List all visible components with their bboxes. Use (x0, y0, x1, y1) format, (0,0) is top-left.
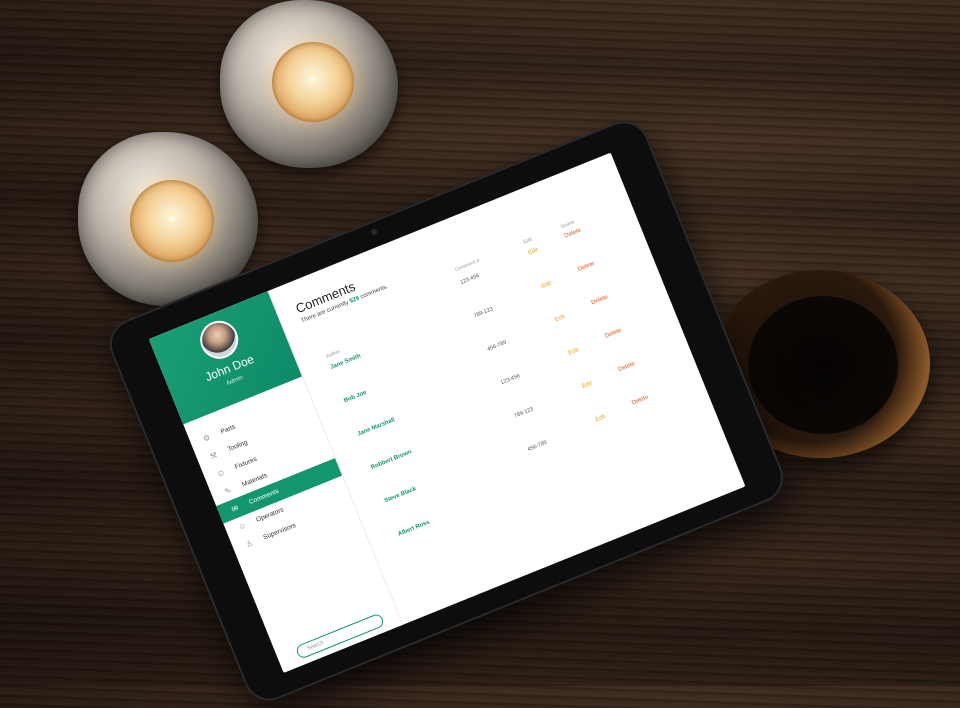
author-link[interactable]: Albert Ross (396, 518, 431, 540)
sidebar-item-label: Fixtures (233, 455, 259, 471)
comments-table: Jane Smith 123-456 Edit Delete Bob Joe 789-12… (268, 153, 650, 538)
camera-icon (370, 228, 378, 236)
header-edit: Edit (522, 236, 534, 246)
fixture-icon: ⊙ (216, 467, 226, 479)
tools-icon: ⚒ (208, 450, 219, 462)
sidebar-item-label: Parts (219, 423, 237, 436)
subtitle-post: comments. (359, 283, 390, 301)
gear-icon: ⚙ (201, 432, 212, 444)
edit-link[interactable]: Edit (527, 245, 540, 258)
author-link[interactable]: Bob Joe (343, 388, 369, 406)
sidebar-item-label: Tooling (226, 439, 249, 454)
operator-icon: ☺ (236, 520, 248, 532)
pencil-icon: ✎ (223, 485, 233, 497)
candle-top (220, 0, 398, 168)
comment-count: $29 (348, 295, 361, 305)
comment-icon: ✉ (230, 503, 240, 515)
supervisor-icon: ♙ (244, 538, 255, 550)
author-link[interactable]: Robbert Brown (369, 447, 413, 473)
comment-number: 123-456 (459, 272, 481, 287)
header-author: Author (325, 348, 342, 360)
author-link[interactable]: Jane Marshall (356, 415, 397, 439)
author-link[interactable]: Steve Black (383, 484, 418, 506)
search-input[interactable]: Search (294, 612, 386, 660)
